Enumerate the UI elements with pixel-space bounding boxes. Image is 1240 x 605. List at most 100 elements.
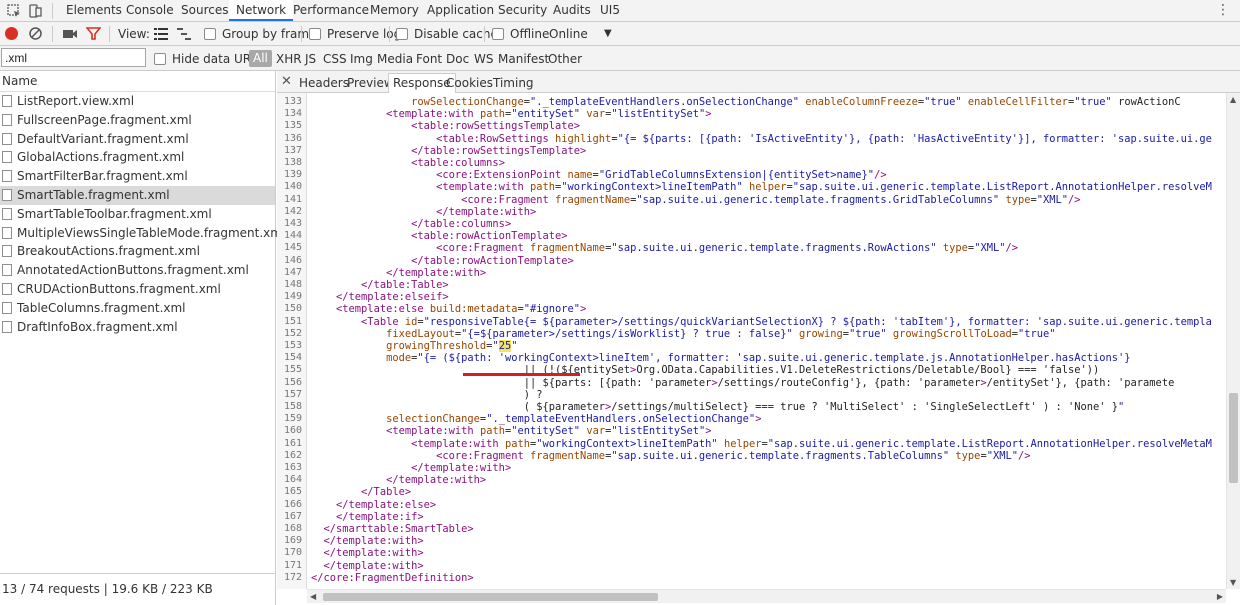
request-row[interactable]: DefaultVariant.fragment.xml [0,130,275,149]
scroll-thumb[interactable] [1229,393,1238,483]
clear-icon[interactable] [28,26,43,44]
request-row[interactable]: MultipleViewsSingleTableMode.fragment.xm… [0,224,285,243]
waterfall-icon[interactable] [177,28,191,43]
large-rows-icon[interactable] [154,28,168,43]
request-row[interactable]: AnnotatedActionButtons.fragment.xml [0,261,275,280]
tab-network[interactable]: Network [229,0,294,21]
request-name: GlobalActions.fragment.xml [17,150,185,165]
filter-type-manifest[interactable]: Manifest [498,51,549,67]
group-by-frame-checkbox[interactable]: Group by frame [204,26,316,42]
preserve-log-checkbox[interactable]: Preserve log [309,26,401,42]
name-column-header[interactable]: Name [0,71,275,92]
line-number-gutter: 133 134 135 136 137 138 139 140 141 142 143 144 145 1… [277,93,307,589]
tab-security[interactable]: Security [491,0,554,21]
inspect-element-icon[interactable] [6,3,22,19]
line-number: 165 [283,486,302,498]
code-line: </core:FragmentDefinition> [311,571,474,584]
request-row[interactable]: BreakoutActions.fragment.xml [0,242,275,261]
code-line: <table:rowSettingsTemplate> [411,120,581,133]
disable-cache-checkbox[interactable]: Disable cache [396,26,498,42]
code-line: mode="{= (${path: 'workingContext>lineIt… [386,352,1131,365]
scroll-left-icon[interactable]: ◀ [310,592,316,601]
tab-console[interactable]: Console [119,0,181,21]
request-row[interactable]: ListReport.view.xml [0,92,275,111]
throttle-select[interactable]: Online [549,26,588,42]
code-line: </template:with> [323,547,424,560]
filter-type-font[interactable]: Font [416,51,442,67]
filter-type-all[interactable]: All [249,50,272,67]
request-row[interactable]: TableColumns.fragment.xml [0,299,275,318]
camera-icon[interactable] [62,27,78,44]
offline-checkbox[interactable]: Offline [492,26,549,42]
response-code-view[interactable]: 133 134 135 136 137 138 139 140 141 142 143 144 145 1… [277,93,1240,589]
request-row[interactable]: GlobalActions.fragment.xml [0,148,275,167]
line-number: 171 [283,559,302,571]
line-number: 161 [283,437,302,449]
scroll-up-icon[interactable]: ▲ [1230,95,1236,104]
filter-input[interactable] [1,48,146,67]
vertical-scrollbar[interactable]: ▲ ▼ [1226,93,1240,589]
filter-type-js[interactable]: JS [305,51,316,67]
tab-ui5[interactable]: UI5 [593,0,627,21]
request-detail-panel: ✕ Headers Preview Response Cookies Timin… [277,71,1240,605]
filter-type-doc[interactable]: Doc [446,51,469,67]
checkbox-icon [154,53,166,65]
code-line: <core:Fragment fragmentName="sap.suite.u… [436,242,1018,255]
code-line: </template:else> [336,498,437,511]
hide-data-urls-checkbox[interactable]: Hide data URLs [154,51,264,67]
line-number: 142 [283,205,302,217]
device-toolbar-icon[interactable] [27,3,43,19]
code-line: || (!(${entitySet>Org.OData.Capabilities… [311,364,1100,377]
code-line: </template:with> [386,474,487,487]
scroll-down-icon[interactable]: ▼ [1230,578,1236,587]
close-icon[interactable]: ✕ [281,74,292,89]
filter-type-xhr[interactable]: XHR [276,51,302,67]
tab-memory[interactable]: Memory [363,0,426,21]
network-toolbar: View: Group by frame Preserve log Disabl… [0,22,1240,46]
more-options-icon[interactable]: ⋮ [1216,2,1230,18]
line-number: 155 [283,364,302,376]
filter-type-media[interactable]: Media [377,51,413,67]
scroll-right-icon[interactable]: ▶ [1217,592,1223,601]
line-number: 138 [283,157,302,168]
filter-type-other[interactable]: Other [548,51,582,67]
filter-icon[interactable] [85,26,102,44]
request-row[interactable]: SmartTableToolbar.fragment.xml [0,205,275,224]
line-number: 148 [283,279,302,290]
line-number: 152 [283,327,302,339]
group-by-frame-label: Group by frame [222,27,317,41]
filter-type-css[interactable]: CSS [323,51,347,67]
line-number: 160 [283,425,302,437]
request-row[interactable]: SmartFilterBar.fragment.xml [0,167,275,186]
line-number: 146 [283,254,302,266]
tab-audits[interactable]: Audits [546,0,598,21]
file-icon [2,207,12,220]
scroll-thumb[interactable] [323,593,658,601]
filter-type-ws[interactable]: WS [474,51,493,67]
tab-sources[interactable]: Sources [174,0,235,21]
code-line: <Table id="responsiveTable{= ${parameter… [361,315,1212,328]
code-line: || ${parts: [{path: 'parameter>/settings… [311,376,1175,389]
tab-timing[interactable]: Timing [489,74,538,93]
line-number: 162 [283,449,302,461]
tab-application[interactable]: Application [420,0,501,21]
chevron-down-icon[interactable]: ▼ [604,26,612,42]
line-number: 137 [283,144,302,156]
request-row[interactable]: DraftInfoBox.fragment.xml [0,318,275,337]
code-line: </table:columns> [411,218,512,230]
preserve-log-label: Preserve log [327,27,402,41]
file-icon [2,170,12,183]
request-row[interactable]: FullscreenPage.fragment.xml [0,111,275,130]
request-name: DefaultVariant.fragment.xml [17,131,189,146]
divider [109,26,110,42]
line-number: 169 [283,535,302,547]
filter-type-img[interactable]: Img [350,51,373,67]
line-number: 144 [283,230,302,242]
request-row[interactable]: SmartTable.fragment.xml [0,185,275,205]
file-icon [2,320,12,333]
code-line: fixedLayout="{=${parameter>/settings/isW… [386,327,1056,340]
request-row[interactable]: CRUDActionButtons.fragment.xml [0,280,275,299]
checkbox-icon [204,28,216,40]
horizontal-scrollbar[interactable]: ◀ ▶ [307,589,1226,603]
record-icon[interactable] [5,27,18,40]
